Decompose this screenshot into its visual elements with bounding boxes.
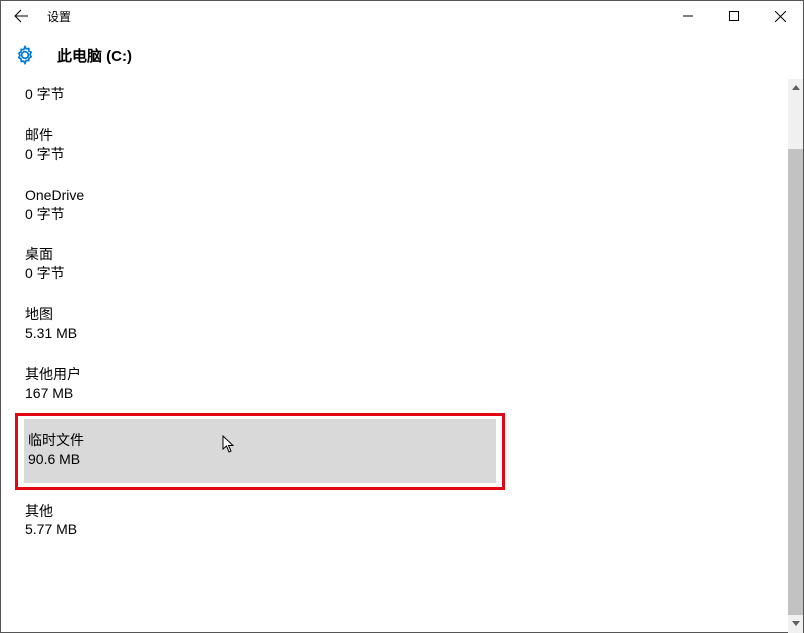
scroll-up-button[interactable]: [788, 79, 803, 95]
item-label: 临时文件: [28, 431, 496, 450]
window-controls: [665, 1, 803, 31]
chevron-down-icon: [792, 621, 800, 626]
gear-icon: [15, 45, 35, 65]
storage-item[interactable]: OneDrive 0 字节: [25, 174, 475, 234]
item-label: 邮件: [25, 126, 475, 145]
storage-item[interactable]: 邮件 0 字节: [25, 114, 475, 174]
item-size: 0 字节: [25, 85, 475, 104]
item-size: 90.6 MB: [28, 450, 496, 469]
storage-item[interactable]: 0 字节: [25, 85, 475, 114]
page-title: 此电脑 (C:): [57, 45, 132, 66]
titlebar: 设置: [1, 1, 803, 31]
item-size: 0 字节: [25, 205, 475, 224]
item-label: OneDrive: [25, 186, 475, 205]
titlebar-left: 设置: [1, 1, 665, 31]
window-title: 设置: [47, 8, 71, 25]
item-label: 地图: [25, 305, 475, 324]
highlighted-annotation: 临时文件 90.6 MB: [15, 413, 505, 490]
item-label: 桌面: [25, 245, 475, 264]
back-button[interactable]: [1, 1, 41, 31]
item-label: 其他: [25, 502, 475, 521]
minimize-icon: [683, 11, 693, 21]
scroll-down-button[interactable]: [788, 615, 803, 631]
item-size: 0 字节: [25, 145, 475, 164]
item-size: 167 MB: [25, 384, 475, 403]
arrow-left-icon: [13, 8, 29, 24]
minimize-button[interactable]: [665, 1, 711, 31]
chevron-up-icon: [792, 85, 800, 90]
content-area: 0 字节 邮件 0 字节 OneDrive 0 字节 桌面 0 字节 地图 5.…: [1, 79, 803, 632]
storage-item[interactable]: 其他用户 167 MB: [25, 353, 475, 413]
item-size: 5.77 MB: [25, 520, 475, 539]
maximize-button[interactable]: [711, 1, 757, 31]
storage-item[interactable]: 其他 5.77 MB: [25, 490, 475, 550]
scrollbar-thumb[interactable]: [788, 149, 803, 629]
close-button[interactable]: [757, 1, 803, 31]
page-header: 此电脑 (C:): [1, 31, 803, 79]
storage-item[interactable]: 桌面 0 字节: [25, 233, 475, 293]
item-label: 其他用户: [25, 365, 475, 384]
storage-item[interactable]: 地图 5.31 MB: [25, 293, 475, 353]
storage-item-selected[interactable]: 临时文件 90.6 MB: [24, 419, 496, 483]
item-size: 0 字节: [25, 264, 475, 283]
item-size: 5.31 MB: [25, 324, 475, 343]
close-icon: [775, 11, 786, 22]
maximize-icon: [729, 11, 739, 21]
